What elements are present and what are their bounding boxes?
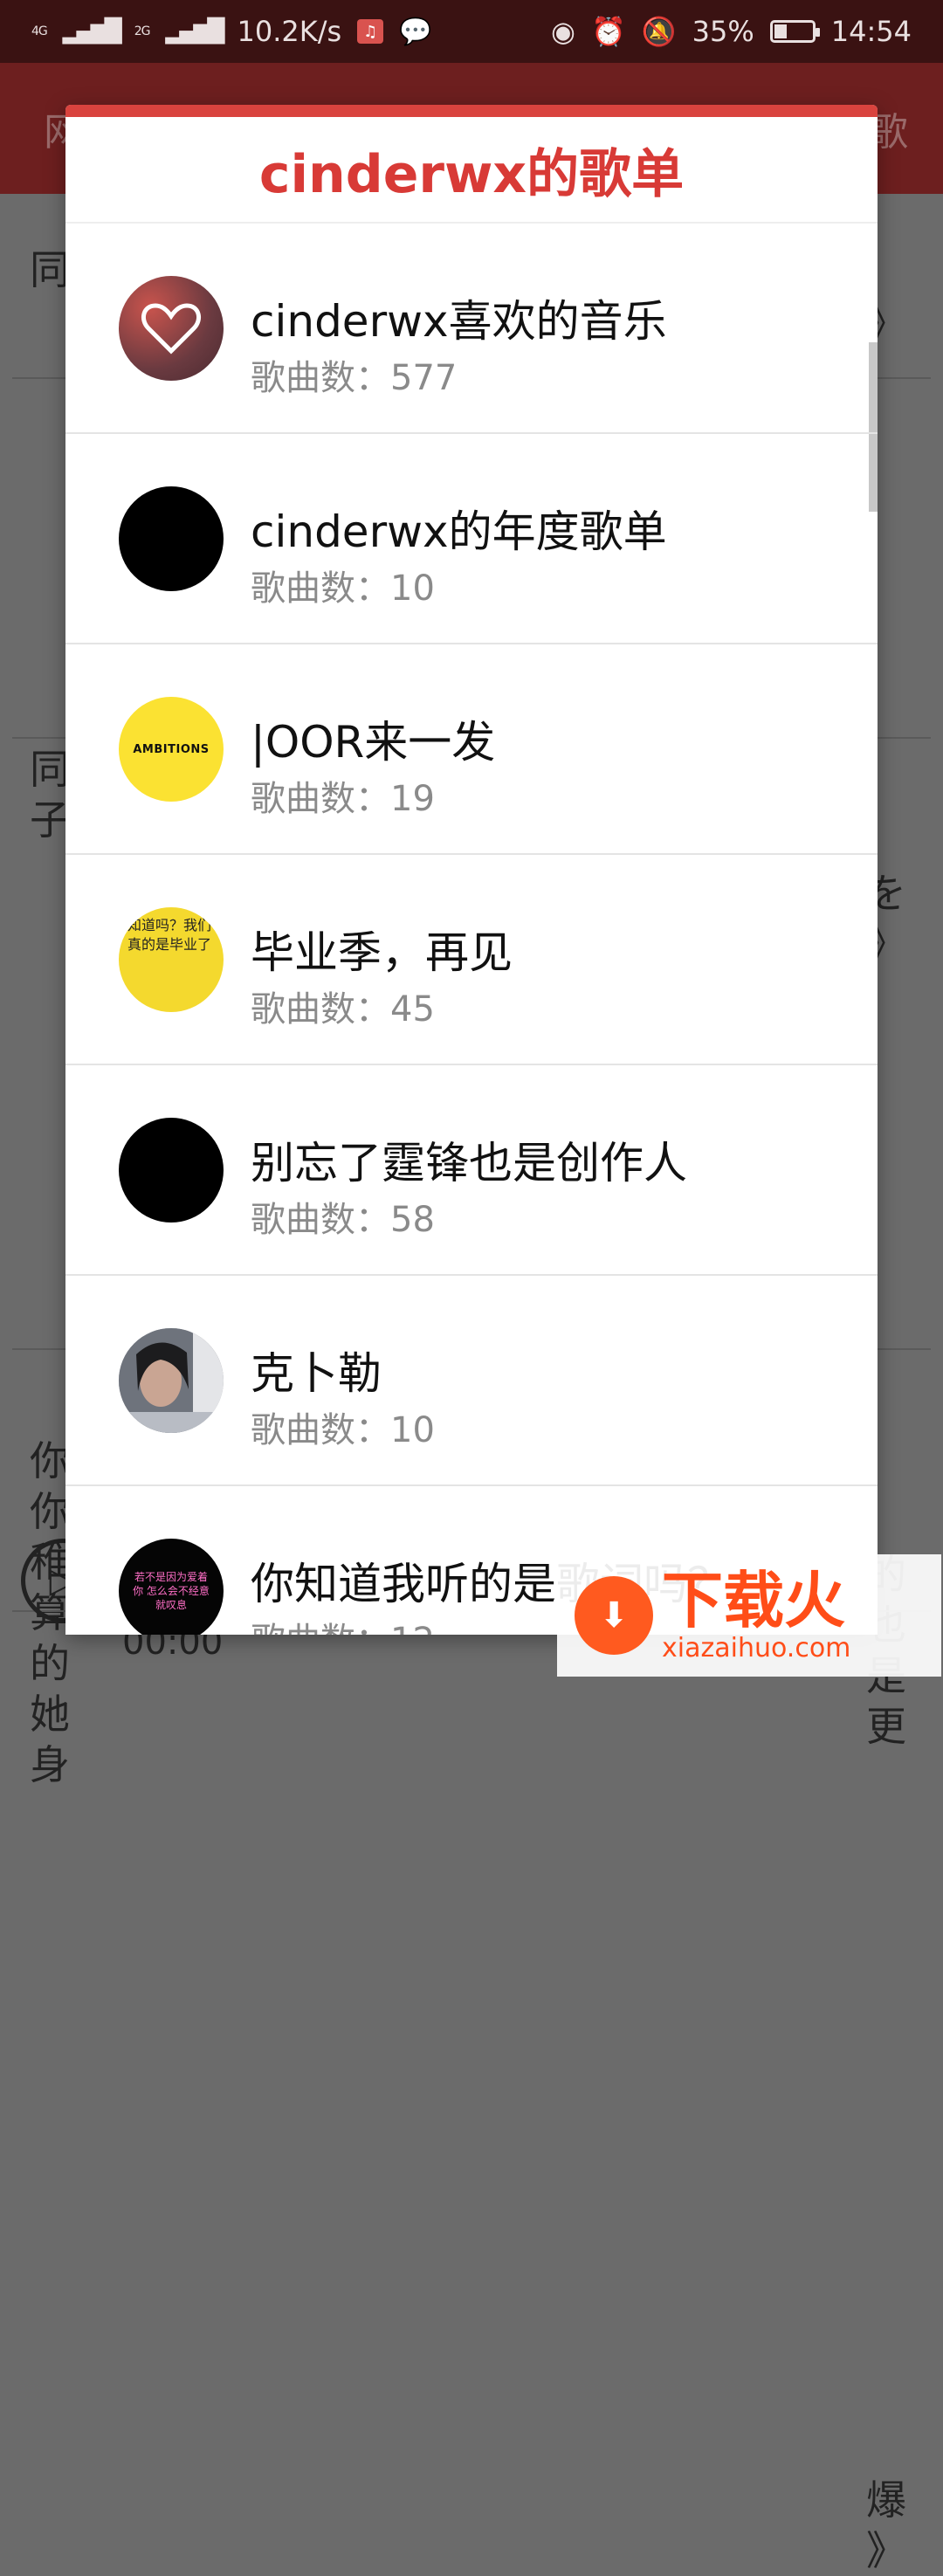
playlist-cover-black [119, 1118, 224, 1223]
count-value: 12 [390, 1621, 435, 1635]
download-logo-icon: ⬇ [575, 1576, 653, 1655]
cover-text: 知道吗？我们真的是毕业了 [127, 917, 212, 953]
signal-icon: ▂▄▆█ [165, 18, 225, 45]
playlist-item[interactable]: 克卜勒 歌曲数：10 [65, 1276, 878, 1486]
playlist-dialog: cinderwx的歌单 cinderwx喜欢的音乐 歌曲数：577 cinder… [65, 105, 878, 1635]
watermark-url: xiazaihuo.com [662, 1633, 851, 1663]
playlist-cover-heart [119, 276, 224, 381]
count-prefix: 歌曲数： [251, 989, 390, 1030]
playlist-title: 克卜勒 [251, 1348, 382, 1399]
status-right: ◉ ⏰ 🔕 35% 14:54 [551, 15, 912, 48]
playlist-item[interactable]: 别忘了霆锋也是创作人 歌曲数：58 [65, 1065, 878, 1276]
playlist-count: 歌曲数：577 [251, 349, 457, 400]
count-value: 10 [390, 568, 435, 609]
background-row-right: 爆 》 [866, 2476, 906, 2574]
alarm-icon: ⏰ [590, 15, 626, 48]
playlist-count: 歌曲数：19 [251, 770, 435, 821]
status-bar: 4G ▂▄▆█ 2G ▂▄▆█ 10.2K/s ♫ 💬 ◉ ⏰ 🔕 35% 14… [0, 0, 943, 63]
portrait-image [119, 1328, 224, 1433]
count-value: 19 [390, 779, 435, 819]
battery-percent: 35% [692, 15, 754, 48]
playlist-count: 歌曲数：10 [251, 1402, 435, 1452]
playlist-count: 歌曲数：58 [251, 1191, 435, 1242]
playlist-cover-ambitions: AMBITIONS [119, 697, 224, 802]
watermark-text: 下载火 xiazaihuo.com [662, 1567, 850, 1663]
cover-text: 若不是因为爱着你 怎么会不经意就叹息 [133, 1571, 210, 1611]
playlist-title: cinderwx的年度歌单 [251, 506, 667, 557]
playlist-count: 歌曲数：12 [251, 1612, 435, 1635]
playlist-title: 别忘了霆锋也是创作人 [251, 1138, 687, 1188]
dialog-accent-bar [65, 105, 878, 117]
battery-level [774, 24, 788, 38]
playlist-title: 毕业季，再见 [251, 927, 513, 978]
playlist-cover-black [119, 486, 224, 591]
watermark: ⬇ 下载火 xiazaihuo.com [557, 1554, 941, 1677]
mute-bell-icon: 🔕 [641, 15, 677, 48]
count-prefix: 歌曲数： [251, 568, 390, 609]
network-speed: 10.2K/s [237, 15, 342, 48]
playlist-cover-note: 知道吗？我们真的是毕业了 [119, 907, 224, 1012]
count-prefix: 歌曲数： [251, 358, 390, 398]
playlist-count: 歌曲数：10 [251, 560, 435, 610]
count-value: 10 [390, 1410, 435, 1450]
count-value: 45 [390, 989, 435, 1030]
cover-text: AMBITIONS [133, 742, 210, 756]
count-value: 577 [390, 358, 458, 398]
playlist-cover-portrait [119, 1328, 224, 1433]
playlist-title: cinderwx喜欢的音乐 [251, 296, 667, 347]
playlist-title: |OOR来一发 [251, 717, 496, 768]
signal-2g-label: 2G [134, 24, 151, 38]
count-prefix: 歌曲数： [251, 1200, 390, 1240]
playlist-item[interactable]: cinderwx喜欢的音乐 歌曲数：577 [65, 224, 878, 434]
count-prefix: 歌曲数： [251, 1410, 390, 1450]
battery-icon [769, 20, 820, 43]
eye-icon: ◉ [551, 15, 575, 48]
playlist-item[interactable]: 知道吗？我们真的是毕业了 毕业季，再见 歌曲数：45 [65, 855, 878, 1065]
dialog-title: cinderwx的歌单 [65, 117, 878, 224]
count-prefix: 歌曲数： [251, 1621, 390, 1635]
watermark-title: 下载火 [662, 1565, 845, 1636]
wechat-icon: 💬 [399, 16, 432, 47]
count-value: 58 [390, 1200, 435, 1240]
signal-icon: ▂▄▆█ [62, 18, 122, 45]
background-row-text: 同 [30, 246, 70, 293]
playlist-count: 歌曲数：45 [251, 981, 435, 1031]
netease-music-icon: ♫ [357, 19, 384, 44]
clock: 14:54 [830, 15, 912, 48]
playlist-list[interactable]: cinderwx喜欢的音乐 歌曲数：577 cinderwx的年度歌单 歌曲数：… [65, 224, 878, 1635]
status-left: 4G ▂▄▆█ 2G ▂▄▆█ 10.2K/s ♫ 💬 [31, 15, 432, 48]
count-prefix: 歌曲数： [251, 779, 390, 819]
heart-icon [141, 303, 202, 355]
playlist-item[interactable]: AMBITIONS |OOR来一发 歌曲数：19 [65, 644, 878, 855]
signal-4g-label: 4G [31, 24, 48, 38]
playlist-cover-neon: 若不是因为爱着你 怎么会不经意就叹息 [119, 1539, 224, 1635]
playlist-item[interactable]: cinderwx的年度歌单 歌曲数：10 [65, 434, 878, 644]
